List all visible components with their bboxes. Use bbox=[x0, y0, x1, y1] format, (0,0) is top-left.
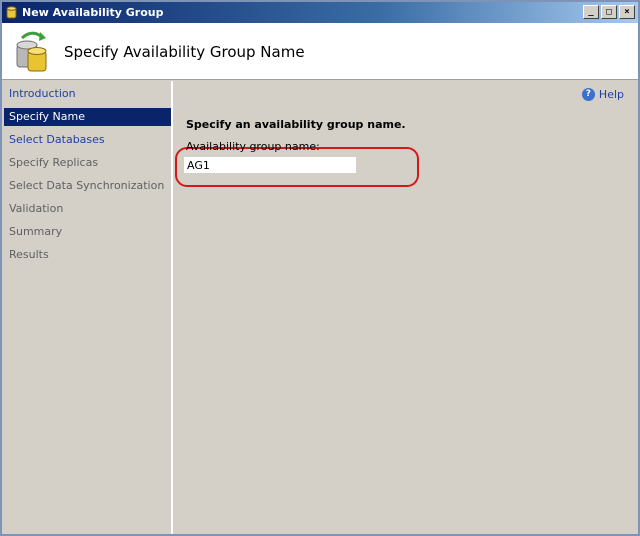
close-button[interactable]: × bbox=[619, 5, 635, 19]
wizard-header: Specify Availability Group Name bbox=[2, 23, 638, 80]
page-title: Specify Availability Group Name bbox=[64, 43, 305, 61]
help-label: Help bbox=[598, 88, 624, 101]
help-link[interactable]: ? Help bbox=[581, 88, 624, 101]
wizard-window: New Availability Group _ □ × Specify Ava… bbox=[0, 0, 640, 536]
maximize-button[interactable]: □ bbox=[601, 5, 617, 19]
nav-item-data-synchronization: Select Data Synchronization bbox=[9, 179, 165, 192]
main-panel: ? Help Specify an availability group nam… bbox=[175, 81, 638, 534]
window-controls: _ □ × bbox=[583, 5, 635, 19]
title-bar[interactable]: New Availability Group _ □ × bbox=[2, 2, 638, 23]
nav-item-introduction[interactable]: Introduction bbox=[4, 85, 171, 103]
nav-item-select-databases[interactable]: Select Databases bbox=[4, 131, 171, 149]
wizard-nav: Introduction Specify Name Select Databas… bbox=[2, 81, 173, 534]
nav-item-summary: Summary bbox=[9, 225, 63, 238]
nav-item-specify-replicas: Specify Replicas bbox=[9, 156, 99, 169]
section-title: Specify an availability group name. bbox=[186, 118, 406, 131]
minimize-button[interactable]: _ bbox=[583, 5, 599, 19]
field-label: Availability group name: bbox=[186, 140, 320, 153]
nav-item-specify-name[interactable]: Specify Name bbox=[4, 108, 171, 126]
window-title: New Availability Group bbox=[22, 6, 164, 19]
help-icon: ? bbox=[581, 88, 595, 101]
availability-group-name-input[interactable] bbox=[184, 157, 356, 173]
app-icon bbox=[6, 6, 17, 19]
nav-item-validation: Validation bbox=[9, 202, 64, 215]
nav-item-results: Results bbox=[9, 248, 49, 261]
database-sync-icon bbox=[16, 31, 47, 72]
